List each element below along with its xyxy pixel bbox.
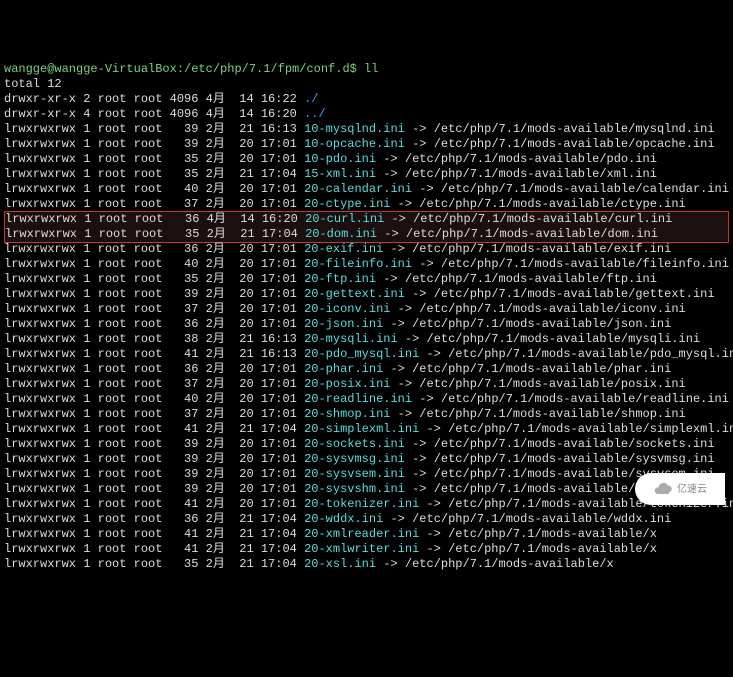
dir-entry: drwxr-xr-x 2 root root 4096 4月 14 16:22 … xyxy=(4,92,729,107)
symlink-entry: lrwxrwxrwx 1 root root 35 2月 21 17:04 20… xyxy=(5,227,728,242)
link-target: /etc/php/7.1/mods-available/simplexml.in… xyxy=(448,422,733,436)
symlink-entry: lrwxrwxrwx 1 root root 36 2月 21 17:04 20… xyxy=(4,512,729,527)
file-name: 20-dom.ini xyxy=(305,227,377,241)
total-line: total 12 xyxy=(4,77,729,92)
symlink-entry: lrwxrwxrwx 1 root root 37 2月 20 17:01 20… xyxy=(4,377,729,392)
link-target: /etc/php/7.1/mods-available/sysvmsg.ini xyxy=(434,452,715,466)
symlink-entry: lrwxrwxrwx 1 root root 41 2月 21 17:04 20… xyxy=(4,542,729,557)
file-name: 20-ftp.ini xyxy=(304,272,376,286)
file-name: 20-shmop.ini xyxy=(304,407,390,421)
file-name: 20-exif.ini xyxy=(304,242,383,256)
symlink-entry: lrwxrwxrwx 1 root root 35 2月 21 17:04 20… xyxy=(4,557,729,572)
prompt-line: wangge@wangge-VirtualBox:/etc/php/7.1/fp… xyxy=(4,62,729,77)
link-target: /etc/php/7.1/mods-available/posix.ini xyxy=(419,377,685,391)
symlink-entry: lrwxrwxrwx 1 root root 36 2月 20 17:01 20… xyxy=(4,317,729,332)
file-name: 20-tokenizer.ini xyxy=(304,497,419,511)
file-name: 20-sysvsem.ini xyxy=(304,467,405,481)
terminal-output: wangge@wangge-VirtualBox:/etc/php/7.1/fp… xyxy=(4,62,729,572)
file-name: 20-xmlreader.ini xyxy=(304,527,419,541)
watermark-badge: 亿速云 xyxy=(635,473,725,505)
link-target: /etc/php/7.1/mods-available/opcache.ini xyxy=(434,137,715,151)
file-name: 20-gettext.ini xyxy=(304,287,405,301)
link-target: /etc/php/7.1/mods-available/wddx.ini xyxy=(412,512,671,526)
link-target: /etc/php/7.1/mods-available/readline.ini xyxy=(441,392,729,406)
file-name: 20-sysvshm.ini xyxy=(304,482,405,496)
file-name: 20-sockets.ini xyxy=(304,437,405,451)
file-name: 20-phar.ini xyxy=(304,362,383,376)
link-target: /etc/php/7.1/mods-available/sockets.ini xyxy=(434,437,715,451)
symlink-entry: lrwxrwxrwx 1 root root 39 2月 20 17:01 20… xyxy=(4,467,729,482)
symlink-entry: lrwxrwxrwx 1 root root 40 2月 20 17:01 20… xyxy=(4,182,729,197)
symlink-entry: lrwxrwxrwx 1 root root 41 2月 21 17:04 20… xyxy=(4,527,729,542)
symlink-entry: lrwxrwxrwx 1 root root 39 2月 20 17:01 20… xyxy=(4,287,729,302)
link-target: /etc/php/7.1/mods-available/ctype.ini xyxy=(419,197,685,211)
link-target: /etc/php/7.1/mods-available/x xyxy=(448,542,657,556)
link-target: /etc/php/7.1/mods-available/phar.ini xyxy=(412,362,671,376)
link-target: /etc/php/7.1/mods-available/shmop.ini xyxy=(419,407,685,421)
link-target: /etc/php/7.1/mods-available/x xyxy=(448,527,657,541)
link-target: /etc/php/7.1/mods-available/fileinfo.ini xyxy=(441,257,729,271)
file-name: 10-opcache.ini xyxy=(304,137,405,151)
file-name: 20-iconv.ini xyxy=(304,302,390,316)
symlink-entry: lrwxrwxrwx 1 root root 39 2月 21 16:13 10… xyxy=(4,122,729,137)
watermark-text: 亿速云 xyxy=(677,482,707,497)
file-name: 10-mysqlnd.ini xyxy=(304,122,405,136)
symlink-entry: lrwxrwxrwx 1 root root 35 2月 20 17:01 10… xyxy=(4,152,729,167)
link-target: /etc/php/7.1/mods-available/iconv.ini xyxy=(419,302,685,316)
symlink-entry: lrwxrwxrwx 1 root root 39 2月 20 17:01 20… xyxy=(4,482,729,497)
symlink-entry: lrwxrwxrwx 1 root root 40 2月 20 17:01 20… xyxy=(4,257,729,272)
file-name: 20-sysvmsg.ini xyxy=(304,452,405,466)
file-name: 20-calendar.ini xyxy=(304,182,412,196)
file-name: 20-ctype.ini xyxy=(304,197,390,211)
symlink-entry: lrwxrwxrwx 1 root root 37 2月 20 17:01 20… xyxy=(4,197,729,212)
symlink-entry: lrwxrwxrwx 1 root root 36 4月 14 16:20 20… xyxy=(5,212,728,227)
dir-entry: drwxr-xr-x 4 root root 4096 4月 14 16:20 … xyxy=(4,107,729,122)
link-target: /etc/php/7.1/mods-available/xml.ini xyxy=(405,167,657,181)
link-target: /etc/php/7.1/mods-available/pdo_mysql.in… xyxy=(448,347,733,361)
symlink-entry: lrwxrwxrwx 1 root root 40 2月 20 17:01 20… xyxy=(4,392,729,407)
symlink-entry: lrwxrwxrwx 1 root root 41 2月 21 16:13 20… xyxy=(4,347,729,362)
symlink-entry: lrwxrwxrwx 1 root root 41 2月 21 17:04 20… xyxy=(4,422,729,437)
symlink-entry: lrwxrwxrwx 1 root root 38 2月 21 16:13 20… xyxy=(4,332,729,347)
link-target: /etc/php/7.1/mods-available/json.ini xyxy=(412,317,671,331)
file-name: 20-simplexml.ini xyxy=(304,422,419,436)
symlink-entry: lrwxrwxrwx 1 root root 39 2月 20 17:01 20… xyxy=(4,437,729,452)
link-target: /etc/php/7.1/mods-available/curl.ini xyxy=(413,212,672,226)
symlink-entry: lrwxrwxrwx 1 root root 37 2月 20 17:01 20… xyxy=(4,302,729,317)
link-target: /etc/php/7.1/mods-available/dom.ini xyxy=(406,227,658,241)
dir-name: ./ xyxy=(304,92,318,106)
dir-name: ../ xyxy=(304,107,326,121)
link-target: /etc/php/7.1/mods-available/mysqlnd.ini xyxy=(434,122,715,136)
file-name: 20-xmlwriter.ini xyxy=(304,542,419,556)
file-name: 20-posix.ini xyxy=(304,377,390,391)
file-name: 20-fileinfo.ini xyxy=(304,257,412,271)
symlink-entry: lrwxrwxrwx 1 root root 39 2月 20 17:01 10… xyxy=(4,137,729,152)
symlink-entry: lrwxrwxrwx 1 root root 35 2月 21 17:04 15… xyxy=(4,167,729,182)
highlighted-region: lrwxrwxrwx 1 root root 36 4月 14 16:20 20… xyxy=(4,211,729,243)
link-target: /etc/php/7.1/mods-available/x xyxy=(405,557,614,571)
file-name: 20-readline.ini xyxy=(304,392,412,406)
link-target: /etc/php/7.1/mods-available/exif.ini xyxy=(412,242,671,256)
symlink-entry: lrwxrwxrwx 1 root root 37 2月 20 17:01 20… xyxy=(4,407,729,422)
link-target: /etc/php/7.1/mods-available/mysqli.ini xyxy=(427,332,701,346)
symlink-entry: lrwxrwxrwx 1 root root 35 2月 20 17:01 20… xyxy=(4,272,729,287)
file-name: 15-xml.ini xyxy=(304,167,376,181)
file-name: 20-wddx.ini xyxy=(304,512,383,526)
file-name: 20-pdo_mysql.ini xyxy=(304,347,419,361)
file-name: 20-mysqli.ini xyxy=(304,332,398,346)
file-name: 20-json.ini xyxy=(304,317,383,331)
link-target: /etc/php/7.1/mods-available/calendar.ini xyxy=(441,182,729,196)
symlink-entry: lrwxrwxrwx 1 root root 36 2月 20 17:01 20… xyxy=(4,362,729,377)
symlink-entry: lrwxrwxrwx 1 root root 39 2月 20 17:01 20… xyxy=(4,452,729,467)
link-target: /etc/php/7.1/mods-available/pdo.ini xyxy=(405,152,657,166)
symlink-entry: lrwxrwxrwx 1 root root 36 2月 20 17:01 20… xyxy=(4,242,729,257)
file-name: 10-pdo.ini xyxy=(304,152,376,166)
file-name: 20-curl.ini xyxy=(305,212,384,226)
symlink-entry: lrwxrwxrwx 1 root root 41 2月 20 17:01 20… xyxy=(4,497,729,512)
cloud-icon xyxy=(653,479,673,499)
file-name: 20-xsl.ini xyxy=(304,557,376,571)
link-target: /etc/php/7.1/mods-available/gettext.ini xyxy=(434,287,715,301)
link-target: /etc/php/7.1/mods-available/ftp.ini xyxy=(405,272,657,286)
